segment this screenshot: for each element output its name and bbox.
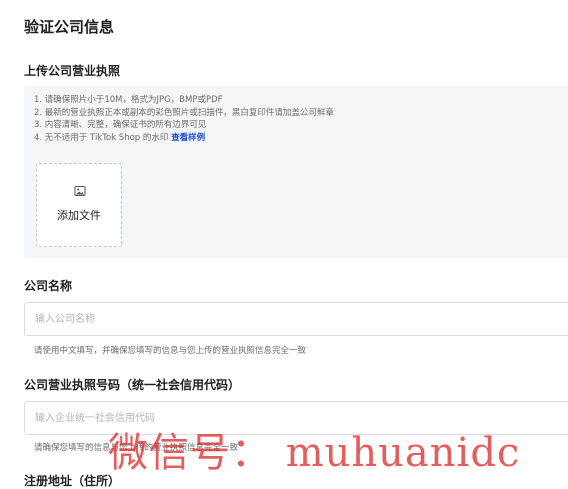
view-example-link[interactable]: 查看样例 (171, 133, 205, 143)
image-icon (74, 186, 86, 196)
company-name-hint: 请使用中文填写，并确保您填写的信息与您上传的营业执照信息完全一致 (34, 346, 307, 356)
requirement-item: 1. 请确保照片小于10M，格式为JPG，BMP或PDF (34, 95, 223, 105)
watermark-text: 微信号： muhuanidc (108, 430, 521, 476)
requirement-item-with-link: 4. 无不适用于 TikTok Shop 的水印 查看样例 (34, 132, 334, 145)
page-title: 验证公司信息 (24, 18, 115, 36)
license-upload-label: 上传公司营业执照 (24, 64, 121, 78)
license-upload-panel: 1. 请确保照片小于10M，格式为JPG，BMP或PDF 2. 最新的营业执照正… (24, 86, 568, 258)
add-file-label: 添加文件 (57, 209, 101, 222)
requirement-item: 2. 最新的营业执照正本或副本的彩色照片或扫描件，黑白复印件请加盖公司鲜章 (34, 107, 334, 118)
address-label: 注册地址（住所） (24, 474, 121, 488)
upload-requirements: 1. 请确保照片小于10M，格式为JPG，BMP或PDF 2. 最新的营业执照正… (34, 94, 334, 144)
license-number-label: 公司营业执照号码（统一社会信用代码） (24, 378, 241, 392)
company-name-label: 公司名称 (24, 279, 73, 293)
add-file-button[interactable]: 添加文件 (36, 163, 122, 247)
requirement-text: 4. 无不适用于 TikTok Shop 的水印 (34, 132, 169, 143)
company-name-input[interactable] (24, 302, 568, 336)
requirement-item: 3. 内容清晰、完整，确保证书的所有边界可见 (34, 120, 207, 130)
